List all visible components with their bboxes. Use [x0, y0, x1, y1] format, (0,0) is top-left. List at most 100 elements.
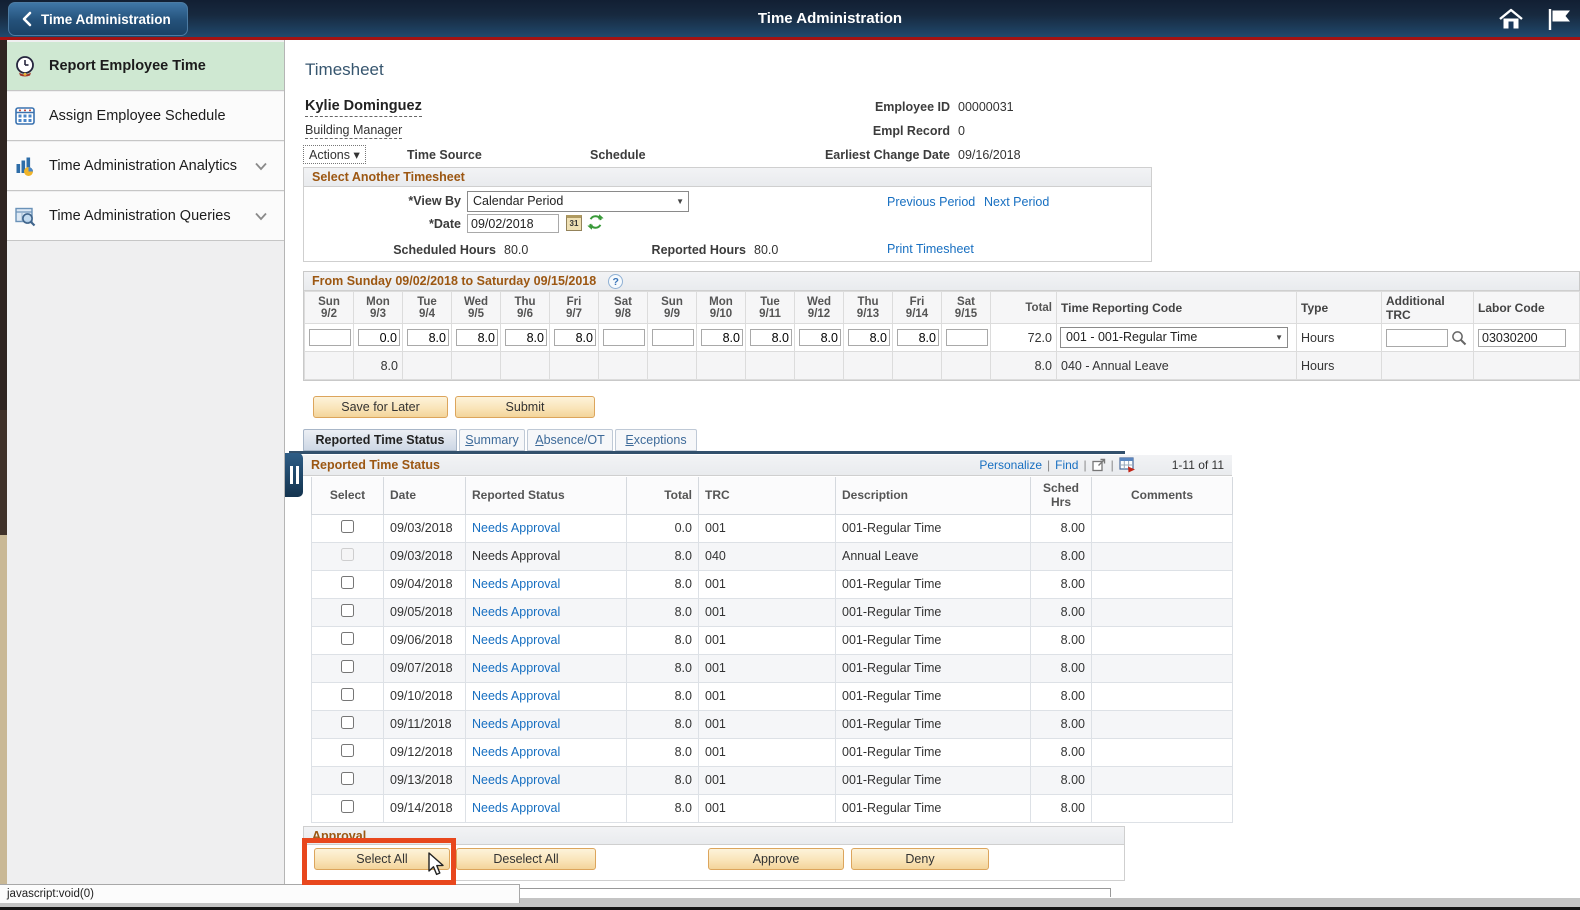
row-type: Hours: [1296, 323, 1382, 352]
scheduled-hours-value: 80.0: [504, 243, 529, 257]
day-hours-input[interactable]: [799, 329, 841, 346]
find-link[interactable]: Find: [1055, 458, 1078, 472]
back-button[interactable]: Time Administration: [8, 2, 188, 36]
day-hours-input[interactable]: [603, 329, 645, 346]
print-timesheet-link[interactable]: Print Timesheet: [887, 242, 974, 256]
tab-reported-time-status[interactable]: Reported Time Status: [303, 429, 457, 451]
row-select-checkbox[interactable]: [341, 744, 354, 757]
select-dropdown-arrow-icon: ▼: [1275, 333, 1283, 342]
grid-total-header: Total: [990, 291, 1057, 324]
needs-approval-link[interactable]: Needs Approval: [472, 801, 560, 815]
section-title: Reported Time Status: [311, 458, 440, 472]
row-total: 8.0: [990, 351, 1057, 380]
row-select-checkbox[interactable]: [341, 800, 354, 813]
download-to-excel-icon[interactable]: [1119, 457, 1136, 473]
date-input[interactable]: [467, 214, 559, 233]
tab-absence-ot[interactable]: Absence/OT: [527, 429, 613, 451]
view-all-popout-icon[interactable]: [1091, 458, 1106, 472]
save-for-later-button[interactable]: Save for Later: [313, 396, 448, 418]
tab-exceptions[interactable]: Exceptions: [615, 429, 697, 451]
row-select-checkbox[interactable]: [341, 716, 354, 729]
actions-dropdown-arrow-icon: ▾: [353, 148, 360, 162]
empl-record-label: Empl Record: [872, 124, 950, 138]
day-hours-input[interactable]: [701, 329, 743, 346]
needs-approval-link[interactable]: Needs Approval: [472, 633, 560, 647]
deny-button[interactable]: Deny: [851, 848, 989, 870]
view-by-select[interactable]: Calendar Period ▼: [467, 191, 689, 212]
labor-code-input[interactable]: [1478, 328, 1566, 347]
deselect-all-button[interactable]: Deselect All: [456, 848, 596, 870]
next-period-link[interactable]: Next Period: [984, 195, 1049, 209]
row-select-checkbox[interactable]: [341, 604, 354, 617]
row-select-checkbox[interactable]: [341, 576, 354, 589]
trc-select[interactable]: 001 - 001-Regular Time ▼: [1060, 327, 1288, 348]
actions-menu-button[interactable]: Actions ▾: [303, 145, 366, 164]
approval-panel: Approval Select All Deselect All Approve…: [303, 826, 1125, 881]
row-select-checkbox[interactable]: [341, 688, 354, 701]
sidebar-item-time-administration-analytics[interactable]: Time Administration Analytics: [7, 142, 284, 191]
day-hours-input[interactable]: [848, 329, 890, 346]
sidebar-item-report-employee-time[interactable]: Report Employee Time: [7, 42, 284, 91]
table-row: 09/06/2018 Needs Approval 8.0 001 001-Re…: [311, 625, 1233, 655]
day-hours-input[interactable]: [750, 329, 792, 346]
help-icon[interactable]: ?: [608, 273, 624, 289]
background-sliver-dark: [0, 40, 7, 410]
flag-icon[interactable]: [1546, 7, 1572, 31]
partial-section-edge: [505, 888, 1111, 897]
day-hours-input[interactable]: [358, 329, 400, 346]
day-hours-input[interactable]: [946, 329, 988, 346]
day-hours-static: 8.0: [353, 351, 403, 380]
select-dropdown-arrow-icon: ▼: [676, 197, 684, 206]
day-hours-input[interactable]: [407, 329, 449, 346]
approve-button[interactable]: Approve: [708, 848, 844, 870]
page-header-title: Time Administration: [757, 10, 903, 27]
day-hours-input[interactable]: [554, 329, 596, 346]
sidebar-item-assign-employee-schedule[interactable]: Assign Employee Schedule: [7, 92, 284, 141]
home-icon[interactable]: [1498, 7, 1524, 31]
collapse-handle[interactable]: [285, 453, 303, 497]
col-trc: TRC: [698, 477, 836, 515]
select-panel-title: Select Another Timesheet: [312, 170, 465, 184]
sidebar-item-time-administration-queries[interactable]: Time Administration Queries: [7, 192, 284, 241]
status-text: Needs Approval: [472, 549, 561, 563]
day-hours-input[interactable]: [505, 329, 547, 346]
timesheet-grid-panel: From Sunday 09/02/2018 to Saturday 09/15…: [303, 271, 1580, 381]
needs-approval-link[interactable]: Needs Approval: [472, 717, 560, 731]
needs-approval-link[interactable]: Needs Approval: [472, 773, 560, 787]
day-hours-input[interactable]: [309, 329, 351, 346]
day-hours-input[interactable]: [456, 329, 498, 346]
refresh-icon[interactable]: [587, 213, 604, 231]
needs-approval-link[interactable]: Needs Approval: [472, 661, 560, 675]
employee-id-label: Employee ID: [874, 100, 950, 114]
search-icon[interactable]: [1451, 330, 1467, 346]
table-row: 09/11/2018 Needs Approval 8.0 001 001-Re…: [311, 709, 1233, 739]
empl-record-value: 0: [958, 124, 965, 138]
additional-trc-input[interactable]: [1386, 328, 1448, 347]
tab-summary[interactable]: Summary: [459, 429, 525, 451]
row-select-checkbox[interactable]: [341, 632, 354, 645]
earliest-change-date-label: Earliest Change Date: [824, 148, 950, 162]
row-select-checkbox[interactable]: [341, 772, 354, 785]
needs-approval-link[interactable]: Needs Approval: [472, 605, 560, 619]
submit-button[interactable]: Submit: [455, 396, 595, 418]
needs-approval-link[interactable]: Needs Approval: [472, 577, 560, 591]
calendar-picker-icon[interactable]: 31: [566, 215, 582, 231]
day-hours-input[interactable]: [652, 329, 694, 346]
select-all-button[interactable]: Select All: [314, 848, 450, 870]
previous-period-link[interactable]: Previous Period: [887, 195, 975, 209]
needs-approval-link[interactable]: Needs Approval: [472, 689, 560, 703]
chevron-down-icon: [255, 212, 267, 221]
row-select-checkbox[interactable]: [341, 660, 354, 673]
timesheet-grid: Sun 9/2 Mon 9/3 Tue 9/4 Wed 9/5 Thu 9/6 Fri 9/…: [304, 291, 1580, 380]
employee-name-link[interactable]: Kylie Dominguez: [305, 98, 422, 117]
employee-role-link[interactable]: Building Manager: [305, 123, 403, 139]
table-row: 09/14/2018 Needs Approval 8.0 001 001-Re…: [311, 793, 1233, 823]
row-select-checkbox[interactable]: [341, 520, 354, 533]
reported-hours-value: 80.0: [754, 243, 779, 257]
needs-approval-link[interactable]: Needs Approval: [472, 745, 560, 759]
needs-approval-link[interactable]: Needs Approval: [472, 521, 560, 535]
personalize-link[interactable]: Personalize: [979, 458, 1042, 472]
day-hours-input[interactable]: [897, 329, 939, 346]
col-description: Description: [835, 477, 1031, 515]
row-select-checkbox: [341, 548, 354, 561]
